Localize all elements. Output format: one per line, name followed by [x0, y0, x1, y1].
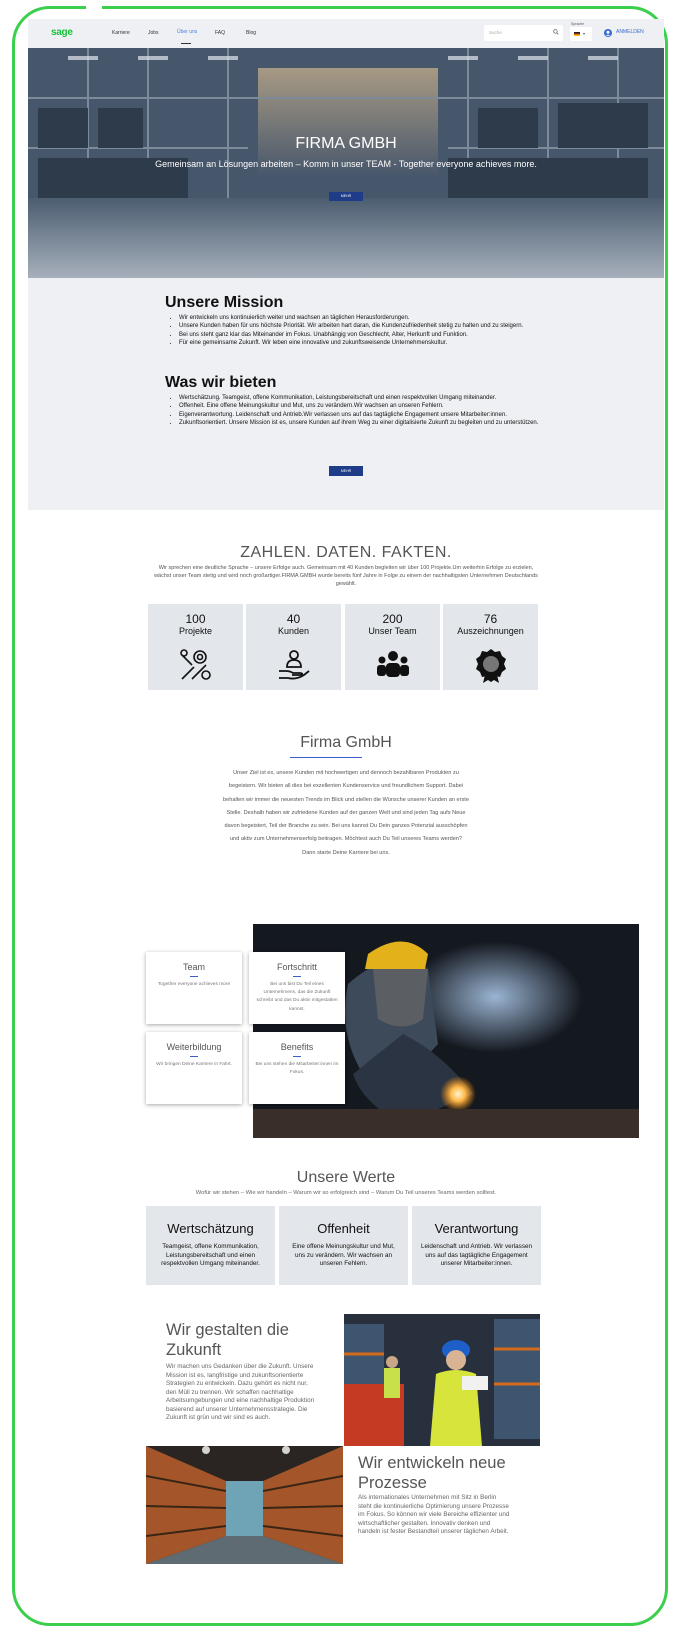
card-title: Fortschritt	[276, 962, 317, 972]
card-text: Bei uns stehen die Mitarbeiter:innen im …	[255, 1062, 339, 1076]
mission-section: Unsere Mission Wir entwickeln uns kontin…	[28, 278, 664, 510]
tools-icon	[180, 649, 211, 680]
list-item: Wir entwickeln uns kontinuierlich weiter…	[179, 314, 539, 322]
nav-ueber-uns[interactable]: Über uns	[177, 29, 197, 35]
card-text: Wir bringen Deine Karriere in Fahrt.	[156, 1062, 232, 1067]
title-underline	[290, 757, 362, 758]
wert-card-offenheit: Offenheit Eine offene Meinungskultur und…	[279, 1206, 408, 1285]
firma-description: Unser Ziel ist es, unsere Kunden mit hoc…	[223, 770, 469, 856]
language-label: Sprache	[571, 22, 585, 26]
card-text: Bei uns bist Du Teil eines Unternehmens,…	[256, 982, 338, 1012]
search-input[interactable]: Suche	[484, 25, 563, 41]
fact-number: 40	[286, 612, 301, 626]
card-underline	[190, 1056, 198, 1057]
frame-gap	[86, 3, 102, 11]
german-flag-icon	[574, 32, 580, 36]
worker-illustration	[344, 1314, 540, 1446]
chevron-down-icon: ▾	[583, 31, 586, 36]
card-text: Together everyone achieves more	[157, 982, 231, 987]
card-benefits[interactable]: Benefits Bei uns stehen die Mitarbeiter:…	[249, 1032, 345, 1104]
offer-list: Wertschätzung. Teamgeist, offene Kommuni…	[165, 394, 539, 427]
award-icon	[476, 649, 506, 683]
card-fortschritt[interactable]: Fortschritt Bei uns bist Du Teil eines U…	[249, 952, 345, 1024]
offer-more-button[interactable]: MEHR	[329, 466, 363, 476]
fact-card-kunden: 40 Kunden	[246, 604, 341, 690]
shelves-image	[146, 1446, 343, 1564]
wert-text: Leidenschaft und Antrieb. Wir verlassen …	[421, 1243, 532, 1267]
wert-title: Offenheit	[317, 1221, 370, 1236]
top-navigation-bar: sage Karriere Jobs Über uns FAQ Blog Suc…	[28, 19, 664, 48]
fact-card-auszeichnungen: 76 Auszeichnungen	[443, 604, 538, 690]
card-title: Weiterbildung	[166, 1042, 222, 1052]
offer-title: Was wir bieten	[165, 374, 277, 391]
wert-text: Teamgeist, offene Kommunikation, Leistun…	[161, 1243, 260, 1267]
card-weiterbildung[interactable]: Weiterbildung Wir bringen Deine Karriere…	[146, 1032, 242, 1104]
firma-title: Firma GmbH	[300, 734, 392, 751]
fact-label: Unser Team	[368, 626, 417, 636]
card-underline	[190, 976, 198, 977]
card-title: Benefits	[280, 1042, 314, 1052]
nav-karriere[interactable]: Karriere	[112, 30, 130, 36]
list-item: Unsere Kunden haben für uns höchste Prio…	[179, 322, 539, 330]
card-underline	[293, 976, 301, 977]
wert-title: Wertschätzung	[167, 1221, 254, 1236]
card-title: Team	[182, 962, 205, 972]
team-icon	[377, 651, 409, 677]
list-item: Für eine gemeinsame Zukunft. Wir leben e…	[179, 339, 539, 347]
hero-banner: FIRMA GMBH Gemeinsam an Lösungen arbeite…	[28, 48, 664, 278]
sage-logo[interactable]: sage	[51, 27, 73, 38]
list-item: Bei uns steht ganz klar das Miteinander …	[179, 331, 539, 339]
werte-subtitle: Wofür wir stehen – Wie wir handeln – War…	[195, 1190, 497, 1196]
zukunft-title: Wir gestalten die Zukunft	[166, 1321, 289, 1359]
prozesse-title: Wir entwickeln neue Prozesse	[358, 1454, 506, 1492]
fact-label: Kunden	[277, 626, 310, 636]
hero-subtitle: Gemeinsam an Lösungen arbeiten – Komm in…	[155, 159, 537, 169]
fact-number: 76	[483, 612, 498, 626]
search-placeholder: Suche	[489, 30, 502, 35]
shelves-illustration	[146, 1446, 343, 1564]
login-link[interactable]: ANMELDEN	[616, 29, 644, 35]
fact-label: Projekte	[178, 626, 213, 636]
warehouse-worker-image	[344, 1314, 540, 1446]
fact-number: 100	[185, 612, 206, 626]
wert-card-wertschaetzung: Wertschätzung Teamgeist, offene Kommunik…	[146, 1206, 275, 1285]
mission-title: Unsere Mission	[165, 294, 284, 311]
fact-card-team: 200 Unser Team	[345, 604, 440, 690]
card-underline	[293, 1056, 301, 1057]
nav-active-underline	[181, 43, 191, 44]
hero-title: FIRMA GMBH	[295, 135, 397, 152]
facts-subtitle: Wir sprechen eine deutliche Sprache – un…	[154, 565, 538, 588]
language-select[interactable]: ▾	[570, 27, 592, 41]
nav-faq[interactable]: FAQ	[215, 30, 225, 36]
fact-card-projekte: 100 Projekte	[148, 604, 243, 690]
search-icon[interactable]	[553, 29, 559, 35]
user-icon[interactable]	[604, 29, 612, 37]
nav-blog[interactable]: Blog	[246, 30, 256, 36]
wert-title: Verantwortung	[434, 1221, 519, 1236]
list-item: Eigenverantwortung. Leidenschaft und Ant…	[179, 411, 539, 419]
wert-text: Eine offene Meinungskultur und Mut, uns …	[292, 1243, 395, 1267]
nav-jobs[interactable]: Jobs	[148, 30, 159, 36]
mission-list: Wir entwickeln uns kontinuierlich weiter…	[165, 314, 539, 347]
list-item: Offenheit. Eine offene Meinungskultur un…	[179, 402, 539, 410]
zukunft-text: Wir machen uns Gedanken über die Zukunft…	[166, 1363, 315, 1421]
werte-title: Unsere Werte	[296, 1169, 396, 1186]
facts-title: ZAHLEN. DATEN. FAKTEN.	[240, 544, 452, 561]
list-item: Wertschätzung. Teamgeist, offene Kommuni…	[179, 394, 539, 402]
wert-card-verantwortung: Verantwortung Leidenschaft und Antrieb. …	[412, 1206, 541, 1285]
fact-label: Auszeichnungen	[457, 626, 524, 636]
hero-more-button[interactable]: MEHR	[329, 192, 363, 201]
prozesse-text: Als internationales Unternehmen mit Sitz…	[358, 1494, 510, 1535]
card-team[interactable]: Team Together everyone achieves more	[146, 952, 242, 1024]
fact-number: 200	[382, 612, 403, 626]
customer-hand-icon	[279, 650, 310, 680]
list-item: Zukunftsorientiert. Unsere Mission ist e…	[179, 419, 539, 427]
